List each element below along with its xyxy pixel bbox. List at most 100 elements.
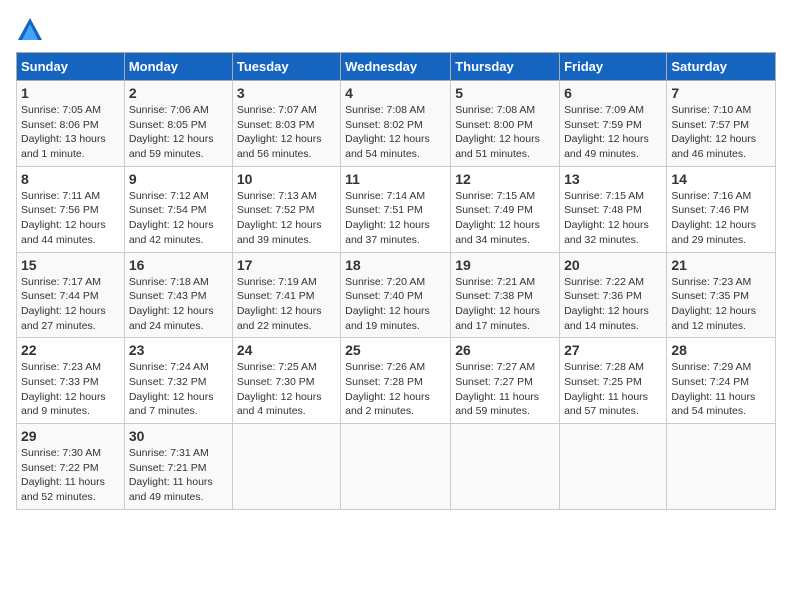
day-info: Sunrise: 7:08 AM Sunset: 8:00 PM Dayligh… (455, 103, 555, 162)
calendar-cell: 29 Sunrise: 7:30 AM Sunset: 7:22 PM Dayl… (17, 424, 125, 510)
weekday-header: Sunday (17, 53, 125, 81)
calendar-cell: 26 Sunrise: 7:27 AM Sunset: 7:27 PM Dayl… (451, 338, 560, 424)
day-info: Sunrise: 7:23 AM Sunset: 7:33 PM Dayligh… (21, 360, 120, 419)
weekday-header-row: SundayMondayTuesdayWednesdayThursdayFrid… (17, 53, 776, 81)
day-info: Sunrise: 7:28 AM Sunset: 7:25 PM Dayligh… (564, 360, 662, 419)
day-info: Sunrise: 7:26 AM Sunset: 7:28 PM Dayligh… (345, 360, 446, 419)
day-number: 26 (455, 342, 555, 358)
calendar-cell: 27 Sunrise: 7:28 AM Sunset: 7:25 PM Dayl… (560, 338, 667, 424)
day-number: 11 (345, 171, 446, 187)
day-number: 8 (21, 171, 120, 187)
calendar-cell (667, 424, 776, 510)
day-info: Sunrise: 7:22 AM Sunset: 7:36 PM Dayligh… (564, 275, 662, 334)
calendar-cell: 15 Sunrise: 7:17 AM Sunset: 7:44 PM Dayl… (17, 252, 125, 338)
calendar-cell: 10 Sunrise: 7:13 AM Sunset: 7:52 PM Dayl… (232, 166, 340, 252)
day-number: 7 (671, 85, 771, 101)
logo (16, 16, 48, 44)
calendar-cell: 14 Sunrise: 7:16 AM Sunset: 7:46 PM Dayl… (667, 166, 776, 252)
day-number: 22 (21, 342, 120, 358)
calendar-cell: 5 Sunrise: 7:08 AM Sunset: 8:00 PM Dayli… (451, 81, 560, 167)
calendar-cell: 18 Sunrise: 7:20 AM Sunset: 7:40 PM Dayl… (341, 252, 451, 338)
calendar-cell: 30 Sunrise: 7:31 AM Sunset: 7:21 PM Dayl… (124, 424, 232, 510)
day-number: 29 (21, 428, 120, 444)
day-info: Sunrise: 7:30 AM Sunset: 7:22 PM Dayligh… (21, 446, 120, 505)
day-info: Sunrise: 7:17 AM Sunset: 7:44 PM Dayligh… (21, 275, 120, 334)
calendar-cell: 13 Sunrise: 7:15 AM Sunset: 7:48 PM Dayl… (560, 166, 667, 252)
day-number: 21 (671, 257, 771, 273)
calendar-week-row: 15 Sunrise: 7:17 AM Sunset: 7:44 PM Dayl… (17, 252, 776, 338)
day-number: 17 (237, 257, 336, 273)
day-number: 28 (671, 342, 771, 358)
calendar-week-row: 22 Sunrise: 7:23 AM Sunset: 7:33 PM Dayl… (17, 338, 776, 424)
day-number: 10 (237, 171, 336, 187)
calendar-cell: 8 Sunrise: 7:11 AM Sunset: 7:56 PM Dayli… (17, 166, 125, 252)
day-number: 18 (345, 257, 446, 273)
day-info: Sunrise: 7:25 AM Sunset: 7:30 PM Dayligh… (237, 360, 336, 419)
day-info: Sunrise: 7:21 AM Sunset: 7:38 PM Dayligh… (455, 275, 555, 334)
calendar-cell: 24 Sunrise: 7:25 AM Sunset: 7:30 PM Dayl… (232, 338, 340, 424)
calendar-cell: 16 Sunrise: 7:18 AM Sunset: 7:43 PM Dayl… (124, 252, 232, 338)
day-number: 9 (129, 171, 228, 187)
day-number: 25 (345, 342, 446, 358)
calendar-cell: 25 Sunrise: 7:26 AM Sunset: 7:28 PM Dayl… (341, 338, 451, 424)
weekday-header: Monday (124, 53, 232, 81)
calendar-cell: 2 Sunrise: 7:06 AM Sunset: 8:05 PM Dayli… (124, 81, 232, 167)
calendar-cell: 19 Sunrise: 7:21 AM Sunset: 7:38 PM Dayl… (451, 252, 560, 338)
calendar-cell: 6 Sunrise: 7:09 AM Sunset: 7:59 PM Dayli… (560, 81, 667, 167)
day-info: Sunrise: 7:15 AM Sunset: 7:49 PM Dayligh… (455, 189, 555, 248)
day-info: Sunrise: 7:06 AM Sunset: 8:05 PM Dayligh… (129, 103, 228, 162)
calendar-cell: 28 Sunrise: 7:29 AM Sunset: 7:24 PM Dayl… (667, 338, 776, 424)
calendar-week-row: 29 Sunrise: 7:30 AM Sunset: 7:22 PM Dayl… (17, 424, 776, 510)
day-info: Sunrise: 7:13 AM Sunset: 7:52 PM Dayligh… (237, 189, 336, 248)
day-number: 16 (129, 257, 228, 273)
day-number: 3 (237, 85, 336, 101)
day-info: Sunrise: 7:05 AM Sunset: 8:06 PM Dayligh… (21, 103, 120, 162)
day-info: Sunrise: 7:10 AM Sunset: 7:57 PM Dayligh… (671, 103, 771, 162)
day-number: 5 (455, 85, 555, 101)
day-number: 19 (455, 257, 555, 273)
calendar-cell: 1 Sunrise: 7:05 AM Sunset: 8:06 PM Dayli… (17, 81, 125, 167)
day-info: Sunrise: 7:18 AM Sunset: 7:43 PM Dayligh… (129, 275, 228, 334)
day-number: 6 (564, 85, 662, 101)
day-info: Sunrise: 7:11 AM Sunset: 7:56 PM Dayligh… (21, 189, 120, 248)
day-number: 15 (21, 257, 120, 273)
day-number: 14 (671, 171, 771, 187)
calendar-table: SundayMondayTuesdayWednesdayThursdayFrid… (16, 52, 776, 510)
calendar-cell: 23 Sunrise: 7:24 AM Sunset: 7:32 PM Dayl… (124, 338, 232, 424)
day-number: 13 (564, 171, 662, 187)
day-number: 12 (455, 171, 555, 187)
day-info: Sunrise: 7:24 AM Sunset: 7:32 PM Dayligh… (129, 360, 228, 419)
weekday-header: Friday (560, 53, 667, 81)
day-info: Sunrise: 7:15 AM Sunset: 7:48 PM Dayligh… (564, 189, 662, 248)
day-info: Sunrise: 7:19 AM Sunset: 7:41 PM Dayligh… (237, 275, 336, 334)
day-number: 1 (21, 85, 120, 101)
weekday-header: Thursday (451, 53, 560, 81)
day-number: 4 (345, 85, 446, 101)
day-info: Sunrise: 7:20 AM Sunset: 7:40 PM Dayligh… (345, 275, 446, 334)
calendar-cell: 9 Sunrise: 7:12 AM Sunset: 7:54 PM Dayli… (124, 166, 232, 252)
day-info: Sunrise: 7:12 AM Sunset: 7:54 PM Dayligh… (129, 189, 228, 248)
weekday-header: Wednesday (341, 53, 451, 81)
calendar-cell (341, 424, 451, 510)
day-number: 2 (129, 85, 228, 101)
calendar-week-row: 1 Sunrise: 7:05 AM Sunset: 8:06 PM Dayli… (17, 81, 776, 167)
logo-icon (16, 16, 44, 44)
day-number: 20 (564, 257, 662, 273)
day-number: 24 (237, 342, 336, 358)
calendar-cell: 7 Sunrise: 7:10 AM Sunset: 7:57 PM Dayli… (667, 81, 776, 167)
day-info: Sunrise: 7:08 AM Sunset: 8:02 PM Dayligh… (345, 103, 446, 162)
calendar-cell (560, 424, 667, 510)
day-number: 27 (564, 342, 662, 358)
day-info: Sunrise: 7:14 AM Sunset: 7:51 PM Dayligh… (345, 189, 446, 248)
day-info: Sunrise: 7:16 AM Sunset: 7:46 PM Dayligh… (671, 189, 771, 248)
day-info: Sunrise: 7:07 AM Sunset: 8:03 PM Dayligh… (237, 103, 336, 162)
calendar-cell: 4 Sunrise: 7:08 AM Sunset: 8:02 PM Dayli… (341, 81, 451, 167)
calendar-cell: 17 Sunrise: 7:19 AM Sunset: 7:41 PM Dayl… (232, 252, 340, 338)
page-header (16, 16, 776, 44)
calendar-cell: 12 Sunrise: 7:15 AM Sunset: 7:49 PM Dayl… (451, 166, 560, 252)
calendar-cell: 21 Sunrise: 7:23 AM Sunset: 7:35 PM Dayl… (667, 252, 776, 338)
day-number: 23 (129, 342, 228, 358)
weekday-header: Tuesday (232, 53, 340, 81)
day-info: Sunrise: 7:23 AM Sunset: 7:35 PM Dayligh… (671, 275, 771, 334)
day-info: Sunrise: 7:29 AM Sunset: 7:24 PM Dayligh… (671, 360, 771, 419)
